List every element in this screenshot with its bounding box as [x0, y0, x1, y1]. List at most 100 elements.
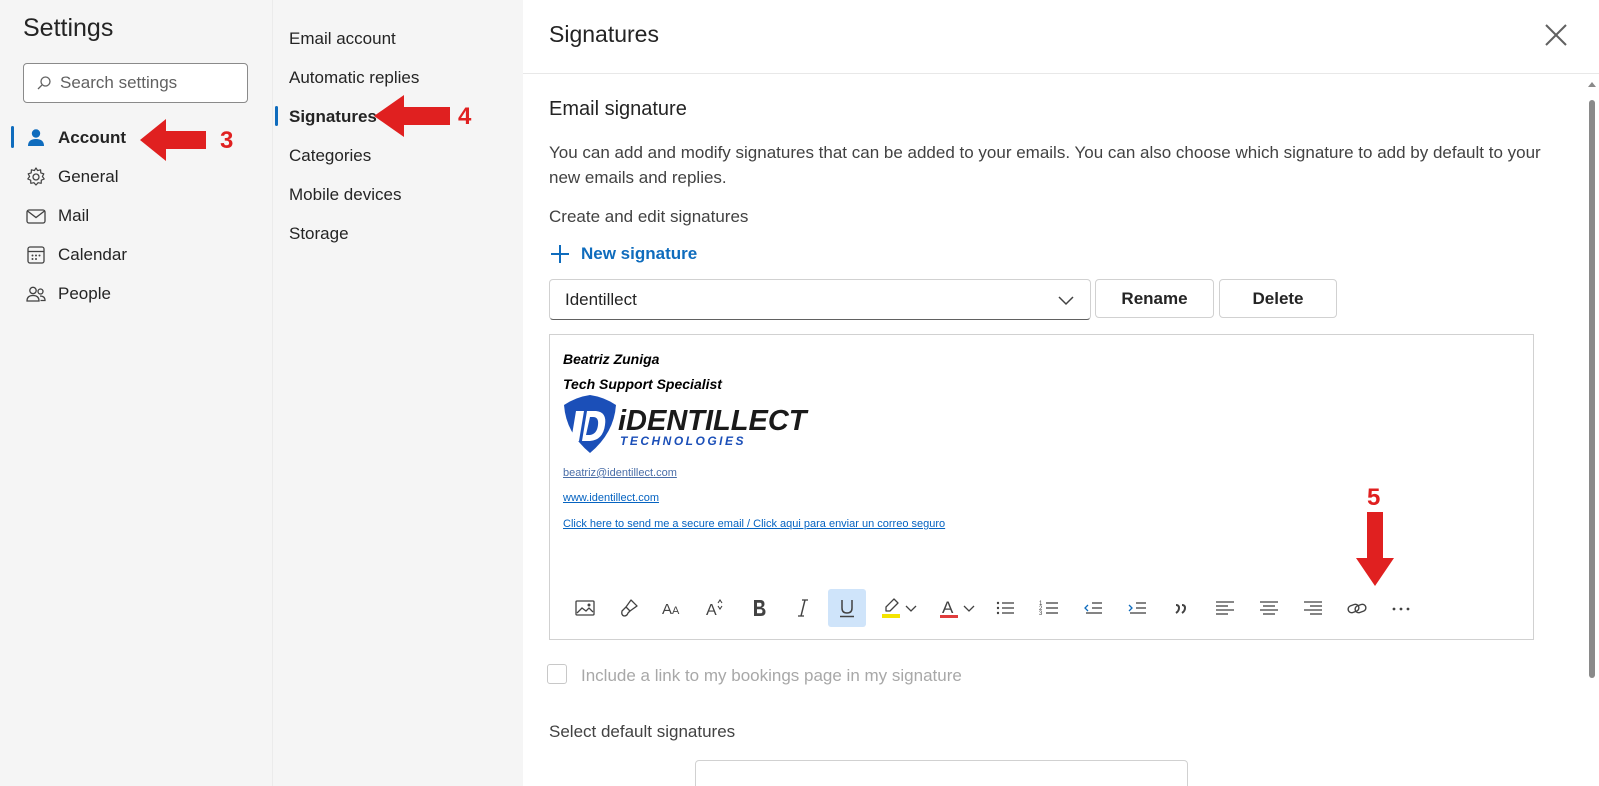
align-left-button[interactable] [1206, 589, 1244, 627]
font-button[interactable]: A A [653, 589, 691, 627]
search-icon [37, 76, 51, 90]
scroll-up-arrow[interactable] [1588, 82, 1596, 87]
settings-nav-pane: Settings Account General Mail [0, 0, 272, 786]
nav-item-label: Calendar [58, 245, 127, 264]
nav-item-label: General [58, 167, 119, 186]
nav-item-general[interactable]: General [0, 158, 272, 194]
signature-dropdown[interactable]: Identillect [549, 279, 1091, 320]
nav-item-mail[interactable]: Mail [0, 197, 272, 233]
delete-button[interactable]: Delete [1219, 279, 1337, 318]
underline-button[interactable] [828, 589, 866, 627]
subnav-label: Storage [289, 224, 349, 243]
identillect-logo: iDENTILLECT TECHNOLOGIES [564, 395, 809, 453]
new-signature-button[interactable]: New signature [549, 240, 697, 268]
format-painter-button[interactable] [610, 589, 648, 627]
signatures-panel: Signatures Email signature You can add a… [523, 0, 1599, 786]
annotation-number-4: 4 [458, 103, 472, 130]
more-icon [1392, 607, 1410, 611]
picture-icon [575, 600, 595, 616]
calendar-icon [27, 246, 45, 264]
decrease-indent-button[interactable] [1074, 589, 1112, 627]
scroll-thumb[interactable] [1589, 100, 1595, 678]
chevron-down-icon [963, 605, 975, 612]
link-icon [1347, 603, 1367, 614]
paintbrush-icon [621, 599, 638, 617]
annotation-number-3: 3 [220, 127, 234, 154]
panel-scrollbar[interactable] [1587, 82, 1597, 786]
chevron-down-icon [905, 605, 917, 612]
increase-indent-icon [1128, 602, 1146, 614]
section-title: Email signature [549, 98, 687, 120]
select-default-label: Select default signatures [549, 722, 736, 741]
quote-button[interactable] [1162, 589, 1200, 627]
nav-item-label: Mail [58, 206, 90, 225]
subnav-email-account[interactable]: Email account [273, 22, 524, 54]
subnav-label: Mobile devices [289, 185, 402, 204]
bold-icon [754, 600, 766, 616]
underline-icon [840, 600, 854, 618]
svg-text:iDENTILLECT: iDENTILLECT [618, 405, 809, 437]
bold-button[interactable] [740, 589, 778, 627]
subnav-mobile-devices[interactable]: Mobile devices [273, 178, 524, 210]
new-signature-label: New signature [581, 244, 698, 263]
signature-website-link[interactable]: www.identillect.com [563, 492, 659, 504]
svg-text:A: A [706, 602, 717, 619]
signature-email-link[interactable]: beatriz@identillect.com [563, 467, 677, 479]
search-settings-box[interactable] [23, 63, 248, 103]
close-icon[interactable] [1541, 20, 1571, 50]
person-icon [28, 129, 44, 146]
signature-secure-link[interactable]: Click here to send me a secure email / C… [563, 518, 945, 530]
search-settings-input[interactable] [60, 70, 240, 96]
subnav-label: Automatic replies [289, 68, 420, 87]
gear-icon [27, 167, 45, 186]
signature-name: Beatriz Zuniga [563, 351, 660, 367]
annotation-arrow-icon [374, 95, 450, 137]
subnav-automatic-replies[interactable]: Automatic replies [273, 61, 524, 93]
panel-header: Signatures [523, 0, 1599, 74]
default-signature-dropdown[interactable] [695, 760, 1188, 786]
font-size-button[interactable]: A [696, 589, 734, 627]
svg-text:A: A [672, 605, 680, 617]
font-color-dropdown[interactable] [958, 589, 980, 627]
svg-text:3: 3 [1039, 611, 1043, 617]
include-bookings-label: Include a link to my bookings page in my… [581, 666, 962, 685]
plus-icon [551, 245, 569, 263]
people-icon [26, 286, 46, 302]
subnav-categories[interactable]: Categories [273, 139, 524, 171]
bulleted-list-icon [996, 601, 1014, 615]
more-options-button[interactable] [1382, 589, 1420, 627]
svg-text:A: A [662, 601, 672, 618]
align-left-icon [1216, 601, 1234, 615]
signature-dropdown-value: Identillect [565, 290, 637, 309]
nav-item-people[interactable]: People [0, 275, 272, 311]
bullets-button[interactable] [986, 589, 1024, 627]
increase-indent-button[interactable] [1118, 589, 1156, 627]
section-description: You can add and modify signatures that c… [549, 143, 1541, 187]
signature-role: Tech Support Specialist [563, 376, 722, 392]
settings-title: Settings [23, 14, 114, 42]
font-color-icon: A [940, 598, 958, 618]
nav-item-label: People [58, 284, 111, 303]
numbering-button[interactable]: 1 2 3 [1030, 589, 1068, 627]
insert-picture-button[interactable] [566, 589, 604, 627]
selected-indicator [11, 126, 14, 148]
include-bookings-checkbox[interactable] [547, 664, 567, 684]
subnav-storage[interactable]: Storage [273, 217, 524, 249]
align-center-icon [1260, 601, 1278, 615]
rename-button[interactable]: Rename [1095, 279, 1214, 318]
highlight-dropdown[interactable] [900, 589, 922, 627]
annotation-arrow-icon [140, 119, 206, 161]
mail-icon [26, 209, 46, 224]
subnav-label: Categories [289, 146, 372, 165]
insert-link-button[interactable] [1338, 589, 1376, 627]
svg-text:A: A [942, 598, 954, 617]
font-size-icon: A [706, 599, 723, 619]
annotation-arrow-icon [1356, 512, 1394, 586]
italic-button[interactable] [784, 589, 822, 627]
quote-icon [1175, 604, 1187, 614]
signature-editor[interactable]: Beatriz Zuniga Tech Support Specialist i… [549, 334, 1534, 640]
chevron-down-icon [1058, 296, 1074, 306]
nav-item-calendar[interactable]: Calendar [0, 236, 272, 272]
align-right-button[interactable] [1294, 589, 1332, 627]
align-center-button[interactable] [1250, 589, 1288, 627]
